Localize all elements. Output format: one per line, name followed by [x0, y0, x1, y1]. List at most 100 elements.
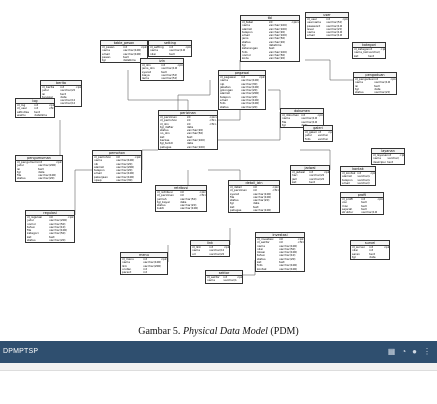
- field-key: [161, 271, 166, 274]
- physical-data-model-diagram: table_pesanid_pesanint<pk>namavarchar(10…: [0, 0, 437, 325]
- field-name: parent: [122, 271, 132, 275]
- field-type: varchar(20): [49, 239, 66, 243]
- entity-link: linkid_linkint<pk>namavarchar(100)urlvar…: [190, 240, 230, 257]
- field-type: varchar(20): [268, 57, 286, 61]
- more-icon[interactable]: ⋮: [423, 347, 431, 356]
- field-name: waktu: [17, 113, 26, 117]
- field-type: varchar(100): [357, 181, 370, 185]
- field-name: email: [307, 34, 315, 38]
- field-type: varchar(20): [374, 91, 391, 95]
- field-type: text: [368, 54, 374, 58]
- entity-field: kode varchar(20): [241, 57, 299, 60]
- grid-icon[interactable]: ▦: [388, 347, 396, 356]
- app-bar: DPMPTSP ▦ ◔ ● ⋮: [0, 341, 437, 363]
- field-type: varchar(50): [161, 77, 178, 81]
- entity-field: ket text: [353, 55, 385, 58]
- field-name: deskripsi: [373, 160, 386, 164]
- field-name: nilai: [150, 52, 156, 56]
- field-type: datetime: [34, 113, 47, 117]
- field-type: varchar(100): [317, 137, 328, 141]
- entity-field: waktu datetime: [16, 114, 54, 117]
- entity-field: struktur varchar(100): [341, 211, 383, 214]
- field-name: tgl: [102, 59, 106, 63]
- field-type: int: [143, 271, 147, 275]
- field-key: [199, 207, 205, 210]
- field-name: tgl: [282, 123, 286, 127]
- entity-pengumuman: pengumumanid_pengumumanint<pk>judulvarch…: [15, 155, 63, 182]
- entity-field: nilai text: [149, 53, 191, 56]
- bell-icon[interactable]: ◔: [401, 347, 406, 356]
- entity-field: email varchar(100): [306, 34, 348, 37]
- field-type: text: [387, 160, 393, 164]
- content-panel: [0, 370, 437, 404]
- entity-investasi: investasi id_investasi int <pk> id_sektor int…: [255, 232, 305, 272]
- entity-kontak: kontakid_kontakint<pk>alamatvarchar(200)…: [340, 166, 376, 187]
- field-key: [370, 182, 374, 185]
- field-key: [209, 146, 216, 149]
- field-name: kontak: [257, 267, 267, 271]
- field-key: [342, 34, 347, 37]
- entity-kategori: kategoriid_kategoriint<pk>nama_kategoriv…: [352, 42, 386, 59]
- app-bar-icons: ▦ ◔ ● ⋮: [388, 347, 431, 356]
- entity-pegawai: pegawaiid_pegawaiint<pk>namavarchar(100)…: [218, 70, 266, 110]
- field-name: ket: [354, 54, 359, 58]
- figure-caption: Gambar 5. Physical Data Model (PDM): [0, 326, 437, 337]
- field-key: [390, 91, 395, 94]
- field-type: varchar(20): [241, 105, 258, 109]
- field-key: [399, 161, 403, 164]
- field-type: varchar(100): [223, 279, 237, 283]
- entity-field: ket text: [291, 181, 329, 184]
- relationship-line: [305, 59, 353, 81]
- app-brand[interactable]: DPMPTSP: [3, 348, 38, 355]
- entity-menu: menuid_menuint<pk>namavarchar(100)linkva…: [120, 252, 168, 276]
- field-key: [224, 253, 228, 256]
- field-key: [272, 209, 278, 212]
- entity-retribusi: retribusi id_retribusi int <pk> id_perizinan…: [155, 185, 207, 212]
- relationship-line: [268, 89, 281, 110]
- field-type: varchar(100): [186, 145, 206, 149]
- field-name: foto: [305, 137, 311, 141]
- entity-sektor: sektorid_sektorint<pk>namavarchar(100): [205, 270, 243, 284]
- entity-detail-izin: detail_izin id_detail int <pk> id_perizinan i…: [228, 180, 280, 214]
- field-key: [291, 57, 298, 60]
- field-type: varchar(20): [38, 177, 55, 181]
- field-type: date: [369, 255, 376, 259]
- field-key: [237, 279, 241, 282]
- field-key: [67, 239, 73, 242]
- field-name: npwp: [94, 179, 102, 183]
- field-key: [134, 179, 140, 182]
- field-key: [297, 268, 303, 271]
- entity-field: lama varchar(50): [141, 77, 183, 80]
- field-name: kode: [242, 57, 249, 61]
- field-type: varchar(100): [253, 209, 272, 213]
- field-name: url: [192, 252, 196, 256]
- relationship-line: [141, 149, 158, 170]
- entity-field: npwp varchar(30): [93, 179, 141, 182]
- entity-field: petugas varchar(100): [229, 209, 279, 212]
- field-name: status: [27, 239, 36, 243]
- user-icon[interactable]: ●: [412, 347, 417, 356]
- entity-field: petugas varchar(100): [159, 146, 217, 149]
- field-key: [328, 138, 331, 141]
- field-name: lama: [142, 77, 149, 81]
- field-type: datetime: [123, 59, 136, 63]
- entity-field: tgl date: [351, 256, 389, 259]
- entity-field: deskripsi text: [372, 161, 404, 164]
- entity-field: kontak varchar(100): [256, 268, 304, 271]
- field-key: [259, 106, 264, 109]
- field-key: [177, 77, 182, 80]
- field-name: nama: [207, 279, 215, 283]
- field-name: struktur: [342, 211, 354, 215]
- entity-profil: profilid_profilint<pk>visitextmisitextse…: [340, 192, 384, 216]
- entity-field: parent int: [121, 271, 167, 274]
- content-area: [0, 363, 437, 404]
- field-name: status: [220, 105, 229, 109]
- field-key: [324, 181, 328, 184]
- entity-field: status varchar(20): [26, 239, 74, 242]
- field-key: [185, 53, 190, 56]
- field-name: petugas: [160, 145, 172, 149]
- relationship-line: [74, 169, 92, 215]
- entity-field: bukti varchar(100): [156, 207, 206, 210]
- entity-field: status varchar(20): [354, 91, 396, 94]
- entity-layanan: layananid_layananint<pk>namavarchar(100)…: [371, 148, 405, 165]
